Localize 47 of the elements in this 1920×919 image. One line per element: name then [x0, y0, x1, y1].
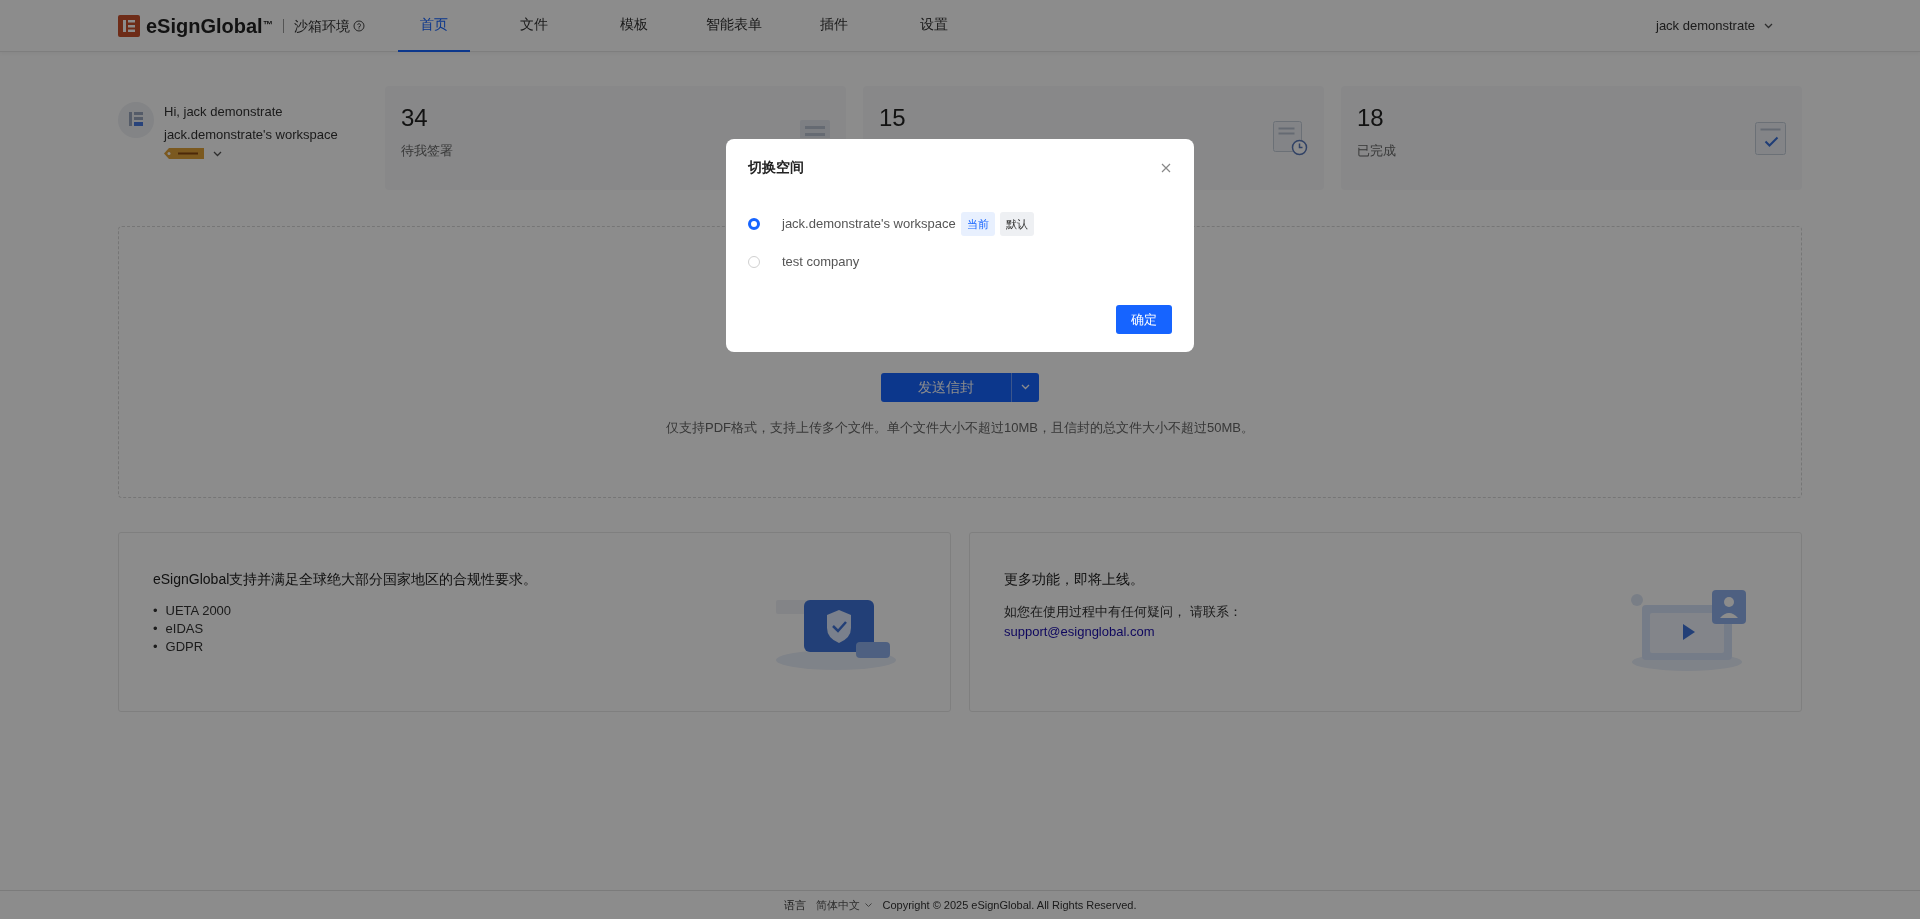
list-bullet: • [153, 620, 158, 638]
email-link[interactable]: support@esignglobal.com [1004, 623, 1155, 639]
upload-hint: 仅支持PDF格式，支持上传多个文件。单个文件大小不超过10MB，且信封的总文件大小不超过50MB。 [666, 418, 1254, 437]
regulation-item: UETA 2000 [165, 602, 232, 620]
radio-button[interactable] [748, 218, 760, 230]
stat-count: 18 [1357, 104, 1385, 133]
nav-tab[interactable]: 首页 [397, 0, 470, 52]
checklist-icon [1755, 121, 1786, 155]
document-icon [800, 120, 830, 138]
language-label: 语言 [783, 897, 806, 913]
greeting-text: Hi, jack demonstrate [164, 103, 284, 121]
logo-text: eSignGlobal$^{™}$ [146, 13, 273, 39]
info-title: eSignGlobal支持并满足全球绝大部分国家地区的合规性要求。 [153, 570, 538, 589]
regulation-item: eIDAS [165, 620, 204, 638]
list-bullet: • [153, 602, 158, 620]
stat-count: 15 [879, 104, 906, 133]
list-bullet: • [153, 638, 158, 656]
avatar-icon [118, 102, 154, 138]
nav-tab[interactable]: 智能表单 [697, 0, 770, 52]
stat-label: 已完成 [1357, 141, 1396, 160]
workspace-tag: 当前 [960, 211, 995, 237]
dropdown-button[interactable] [1011, 372, 1039, 402]
confirm-button[interactable]: 确定 [1116, 305, 1172, 334]
nav-tab[interactable]: 文件 [497, 0, 570, 52]
contact-text: 如您在使用过程中有任何疑问， 请联系： [1004, 603, 1242, 621]
workspace-name: jack.demonstrate's workspace [164, 125, 338, 144]
dialog-title: 切换空间 [748, 158, 804, 177]
chevron-down-icon [1020, 382, 1031, 392]
plan-badge-icon [164, 148, 204, 159]
document-clock-icon [1273, 120, 1308, 156]
close-icon[interactable] [1160, 161, 1172, 174]
info-title: 更多功能，即将上线。 [1004, 570, 1145, 589]
nav-tab[interactable]: 插件 [797, 0, 870, 52]
environment-label: 沙箱环境 [282, 18, 350, 33]
stat-label: 待我签署 [401, 141, 453, 160]
logo-icon [118, 14, 140, 37]
workspace-tag: 默认 [999, 211, 1034, 237]
stat-count: 34 [401, 104, 429, 133]
nav-tab[interactable]: 设置 [897, 0, 970, 52]
workspace-option[interactable]: test company [782, 252, 860, 272]
nav-tab[interactable]: 模板 [597, 0, 670, 52]
regulation-item: GDPR [165, 638, 204, 656]
language-selector[interactable]: 简体中文 [815, 896, 873, 914]
copyright-text: Copyright © 2025 eSignGlobal. All Rights Reserved. [882, 897, 1137, 913]
user-menu[interactable]: jack demonstrate [1656, 15, 1755, 36]
chevron-down-icon [863, 901, 873, 909]
send-envelope-button[interactable]: 发送信封 [881, 372, 1011, 402]
